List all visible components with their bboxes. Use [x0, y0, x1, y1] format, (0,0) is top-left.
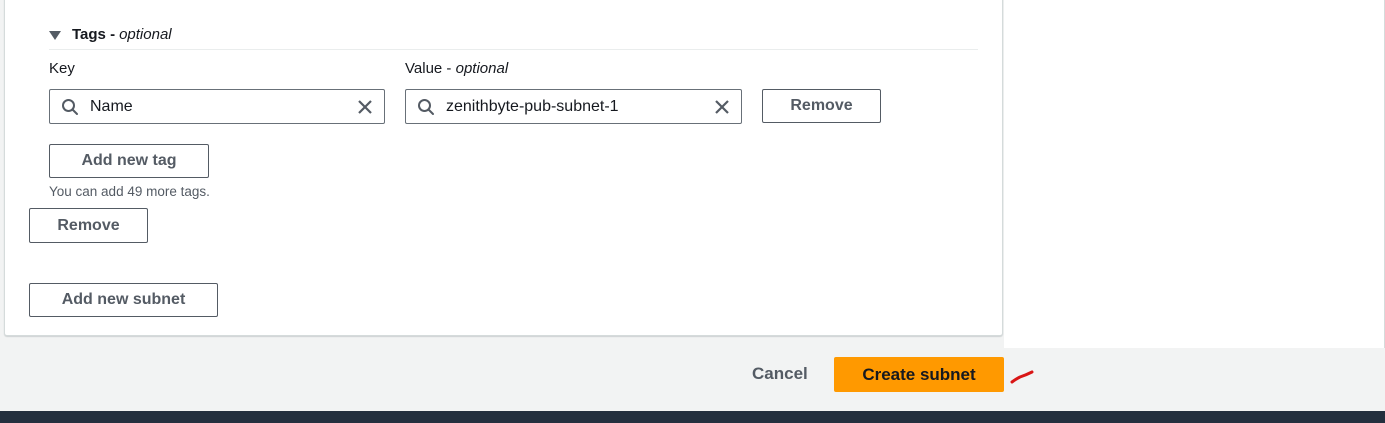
tags-title-separator: -: [105, 25, 116, 43]
tags-optional-label: optional: [119, 25, 172, 43]
search-icon: [406, 90, 446, 123]
value-label-separator: -: [442, 60, 456, 77]
tag-value-input[interactable]: zenithbyte-pub-subnet-1: [405, 89, 742, 124]
value-optional-label: optional: [455, 60, 509, 77]
console-footer-bar: [0, 411, 1385, 423]
value-label: Value - optional: [405, 60, 508, 77]
red-pen-mark: [1010, 370, 1034, 384]
tag-value-value: zenithbyte-pub-subnet-1: [446, 97, 619, 115]
clear-icon[interactable]: [703, 90, 741, 123]
caret-down-icon: [49, 30, 61, 40]
tags-section-title: Tags: [72, 25, 106, 43]
add-new-tag-button[interactable]: Add new tag: [49, 144, 209, 178]
tags-remaining-hint: You can add 49 more tags.: [49, 184, 210, 199]
key-label-text: Key: [49, 60, 75, 77]
value-label-text: Value: [405, 60, 443, 77]
cancel-button[interactable]: Cancel: [752, 364, 808, 384]
key-label: Key: [49, 60, 75, 77]
tag-key-input[interactable]: Name: [49, 89, 385, 124]
clear-icon[interactable]: [346, 90, 384, 123]
tag-key-value: Name: [90, 97, 133, 115]
tags-divider: [49, 49, 978, 50]
remove-tag-button[interactable]: Remove: [762, 89, 881, 123]
tags-section-toggle[interactable]: Tags - optional: [49, 24, 172, 44]
create-subnet-button[interactable]: Create subnet: [834, 357, 1004, 392]
right-background: [1004, 0, 1385, 348]
add-new-subnet-button[interactable]: Add new subnet: [29, 283, 218, 317]
remove-subnet-button[interactable]: Remove: [29, 208, 148, 243]
search-icon: [50, 90, 90, 123]
